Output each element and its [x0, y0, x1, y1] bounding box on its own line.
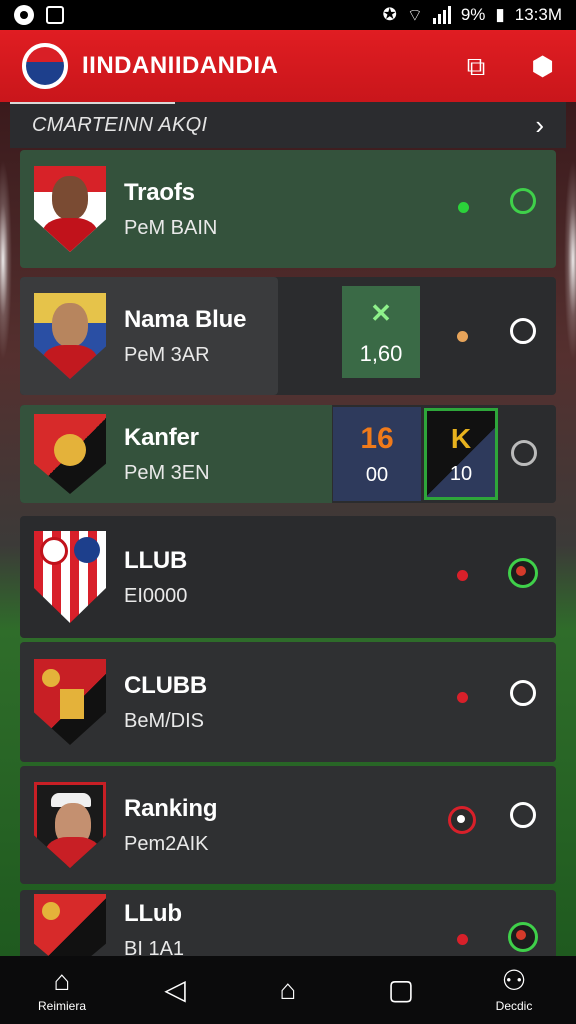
select-indicator[interactable] — [510, 802, 536, 828]
list-item-title: LLUB — [124, 546, 188, 574]
bottom-navigation: ⌂ Reimiera ◁ ⌂ ▢ ⚇ Decdic — [0, 956, 576, 1024]
status-dot — [457, 692, 468, 703]
share-icon[interactable]: ⧉ — [467, 53, 486, 79]
status-dot — [457, 331, 468, 342]
house-outline-icon: ⌂ — [279, 974, 297, 1005]
score-box[interactable]: ✕ 1,60 — [342, 286, 420, 378]
nav-back[interactable]: ◁ — [135, 976, 215, 1004]
team-logo-icon[interactable] — [22, 43, 68, 89]
score-home: 16 — [360, 421, 394, 455]
status-dot — [457, 570, 468, 581]
select-indicator[interactable] — [508, 922, 538, 952]
battery-level: 9% — [460, 5, 486, 24]
list-item[interactable]: LLUB EI0000 — [20, 516, 556, 638]
stadium-lights-right — [564, 160, 576, 360]
nav-home-button[interactable]: ⌂ — [248, 976, 328, 1004]
nav-home[interactable]: ⌂ Reimiera — [22, 965, 102, 1014]
status-bar: ✪ ⌔ 9% ▮ 13:3M — [0, 0, 576, 30]
status-dot — [458, 202, 469, 213]
list-item[interactable]: Kanfer PeM 3EN 16 00 K 10 — [20, 405, 556, 503]
list-item-subtitle: PeM 3AR — [124, 343, 210, 366]
mute-icon: ✪ — [382, 5, 397, 24]
list-item[interactable]: Nama Blue PeM 3AR ✕ 1,60 — [20, 277, 556, 395]
recents-square-icon: ▢ — [387, 974, 415, 1005]
nav-home-label: Reimiera — [37, 999, 86, 1013]
club-crest — [34, 531, 106, 623]
profile-icon: ⚇ — [501, 965, 527, 996]
settings-icon[interactable]: ⬢ — [531, 53, 554, 79]
list-item-title: Ranking — [124, 794, 218, 822]
list-item[interactable]: Traofs PeM BAIN — [20, 150, 556, 268]
list-item-title: LLub — [124, 899, 182, 927]
player-avatar — [34, 782, 106, 868]
list-item-subtitle: EI0000 — [124, 584, 188, 607]
status-indicator — [448, 806, 476, 834]
gallery-icon — [46, 6, 64, 24]
score-value: 1,60 — [359, 340, 403, 366]
stadium-lights-left — [0, 160, 12, 360]
select-indicator[interactable] — [510, 680, 536, 706]
select-indicator[interactable] — [510, 318, 536, 344]
notification-icon — [14, 5, 34, 25]
signal-icon — [432, 6, 451, 24]
list-item-title: Traofs — [124, 178, 195, 206]
app-bar: IINDANIIDANDIA ⧉ ⬢ — [0, 30, 576, 102]
list-item[interactable]: Ranking Pem2AIK — [20, 766, 556, 884]
list-item-title: CLUBB — [124, 671, 207, 699]
chevron-right-icon[interactable]: › — [535, 110, 544, 141]
list-item-subtitle: Pem2AIK — [124, 832, 209, 855]
player-avatar — [34, 166, 106, 252]
list-item-title: Nama Blue — [124, 305, 247, 333]
score-home-sub: 00 — [365, 463, 389, 486]
score-box-away[interactable]: K 10 — [424, 408, 498, 500]
list-item-subtitle: PeM BAIN — [124, 216, 218, 239]
club-crest — [34, 659, 106, 745]
select-indicator[interactable] — [511, 440, 537, 466]
select-indicator[interactable] — [510, 188, 536, 214]
list-item[interactable]: CLUBB BeM/DIS — [20, 642, 556, 762]
select-indicator[interactable] — [508, 558, 538, 588]
status-dot — [457, 934, 468, 945]
list-item-subtitle: BeM/DIS — [124, 709, 205, 732]
nav-profile[interactable]: ⚇ Decdic — [474, 965, 554, 1014]
clock: 13:3M — [514, 5, 562, 24]
score-away-sub: 10 — [449, 462, 473, 485]
back-triangle-icon: ◁ — [164, 974, 186, 1005]
section-title: CMARTEINN AKQI — [32, 113, 208, 136]
score-away: K — [450, 422, 472, 454]
app-title: IINDANIIDANDIA — [82, 52, 279, 79]
club-crest — [34, 894, 106, 960]
list-item[interactable]: LLub BI 1A1 — [20, 890, 556, 960]
section-header[interactable]: CMARTEINN AKQI › — [10, 102, 566, 148]
nav-profile-label: Decdic — [495, 999, 533, 1013]
tab-indicator — [10, 102, 175, 104]
nav-recents[interactable]: ▢ — [361, 976, 441, 1004]
score-box-home[interactable]: 16 00 — [333, 407, 421, 501]
battery-icon: ▮ — [495, 5, 505, 24]
home-icon: ⌂ — [53, 965, 71, 996]
list-item-title: Kanfer — [124, 423, 199, 451]
list-item-subtitle: PeM 3EN — [124, 461, 210, 484]
close-icon: ✕ — [370, 297, 392, 328]
wifi-icon: ⌔ — [406, 5, 423, 25]
